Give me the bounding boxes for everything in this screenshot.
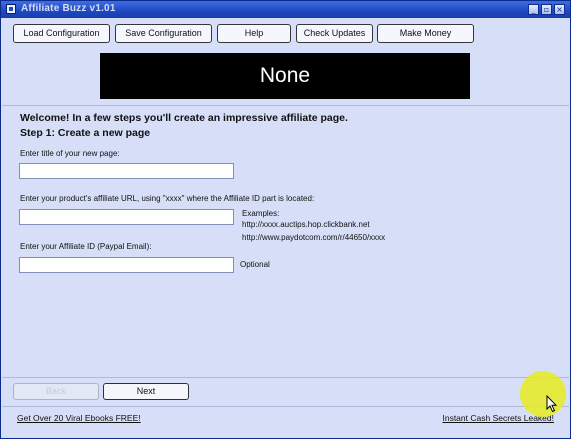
save-configuration-button[interactable]: Save Configuration <box>115 24 212 43</box>
maximize-icon[interactable]: ▫ <box>541 4 552 15</box>
load-configuration-button[interactable]: Load Configuration <box>13 24 110 43</box>
back-button[interactable]: Back <box>13 383 99 400</box>
divider-bottom <box>2 377 569 378</box>
mouse-cursor-icon <box>546 395 558 413</box>
app-menu-icon[interactable] <box>6 4 16 14</box>
examples-label: Examples: <box>242 209 280 218</box>
affiliate-url-label: Enter your product's affiliate URL, usin… <box>20 194 315 203</box>
optional-label: Optional <box>240 260 270 269</box>
affiliate-id-label: Enter your Affiliate ID (Paypal Email): <box>20 242 152 251</box>
step-heading: Step 1: Create a new page <box>20 127 151 139</box>
next-button[interactable]: Next <box>103 383 189 400</box>
check-updates-button[interactable]: Check Updates <box>296 24 373 43</box>
close-icon[interactable]: × <box>554 4 565 15</box>
app-window: Affiliate Buzz v1.01 _ ▫ × Load Configur… <box>0 0 571 439</box>
example-url-1: http://xxxx.auctips.hop.clickbank.net <box>242 220 370 229</box>
divider-top <box>2 105 569 106</box>
page-title-input[interactable] <box>19 163 234 179</box>
welcome-heading: Welcome! In a few steps you'll create an… <box>20 112 348 124</box>
divider-footer <box>2 406 569 407</box>
help-button[interactable]: Help <box>217 24 291 43</box>
affiliate-url-input[interactable] <box>19 209 234 225</box>
minimize-icon[interactable]: _ <box>528 4 539 15</box>
cursor-highlight <box>520 371 566 417</box>
affiliate-id-input[interactable] <box>19 257 234 273</box>
make-money-button[interactable]: Make Money <box>377 24 474 43</box>
window-title: Affiliate Buzz v1.01 <box>21 3 116 14</box>
banner-display: None <box>100 53 470 99</box>
example-url-2: http://www.paydotcom.com/r/44650/xxxx <box>242 233 386 242</box>
free-ebooks-link[interactable]: Get Over 20 Viral Ebooks FREE! <box>17 413 141 423</box>
page-title-label: Enter title of your new page: <box>20 149 120 158</box>
title-bar[interactable]: Affiliate Buzz v1.01 _ ▫ × <box>1 1 570 18</box>
